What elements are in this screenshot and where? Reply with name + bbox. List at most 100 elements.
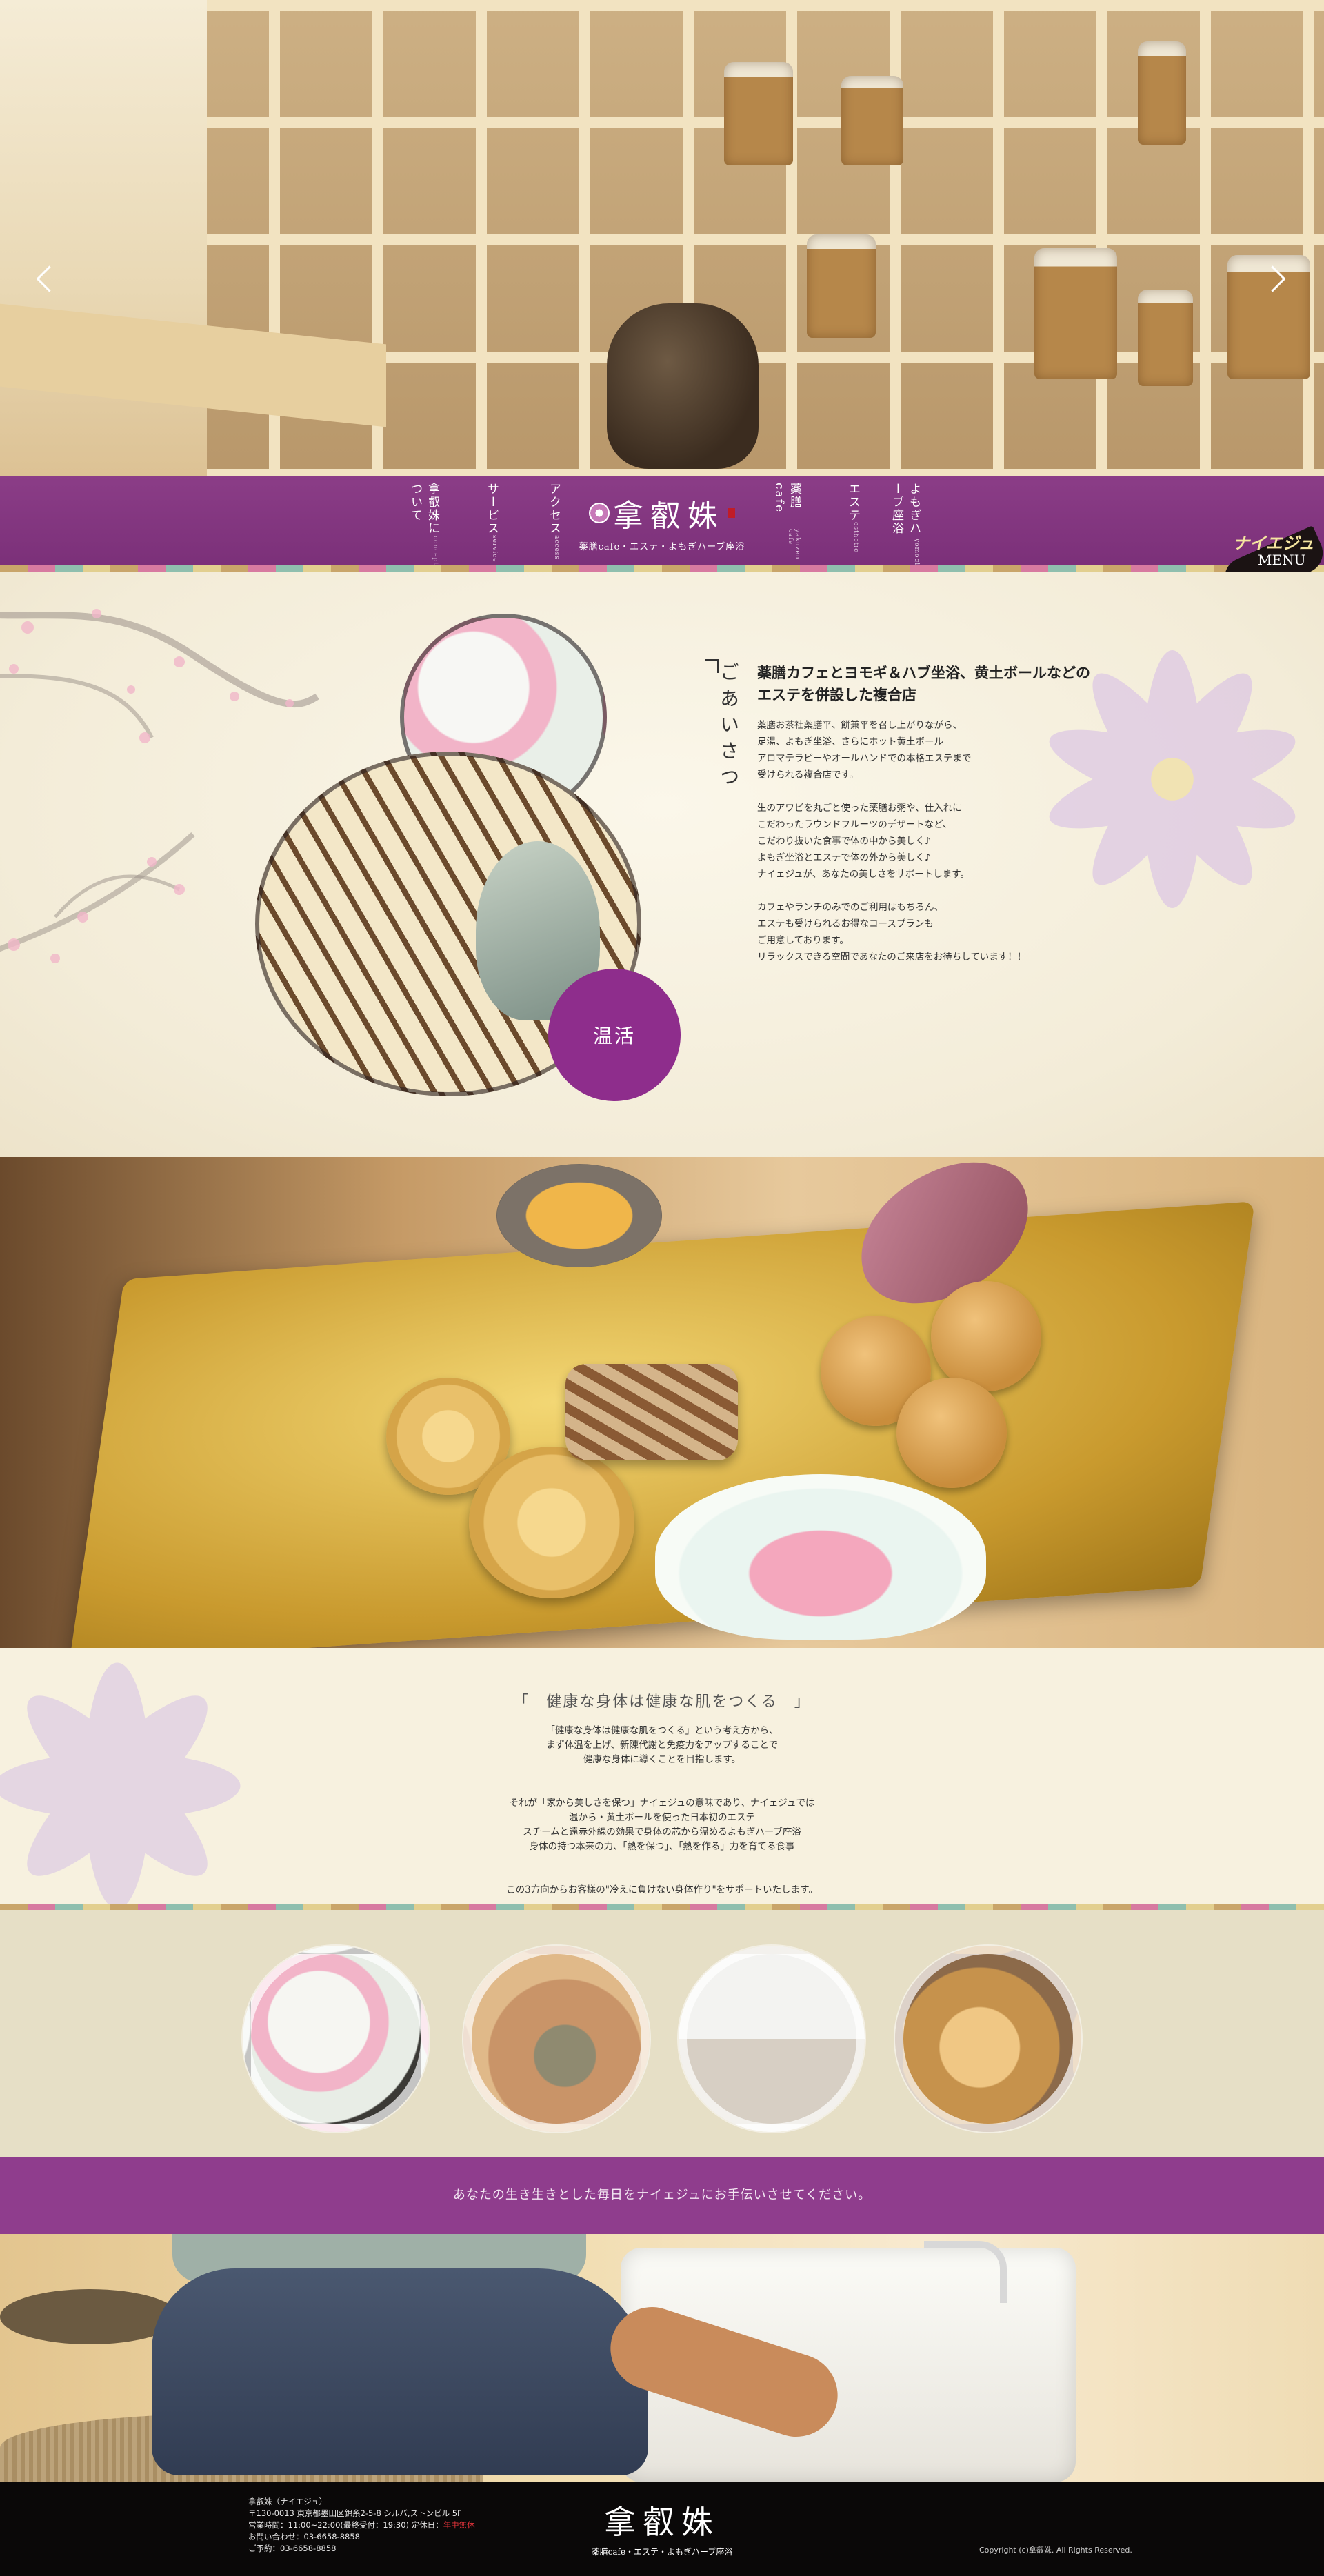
site-footer: 拿叡姝（ナイエジュ） 〒130-0013 東京都墨田区錦糸2-5-8 シルバ,ス… xyxy=(0,2482,1324,2576)
mooncake xyxy=(469,1447,634,1598)
hero-jar xyxy=(724,62,793,165)
person-shorts xyxy=(152,2268,648,2475)
footer-holiday: 年中無休 xyxy=(443,2520,475,2530)
food-photo-section xyxy=(0,1157,1324,1648)
greeting-line: エステも受けられるお得なコースプランも xyxy=(757,918,934,929)
lotus-flower-icon xyxy=(0,1662,241,1909)
hero-slider xyxy=(0,0,1324,483)
nav-item-sub: yakuzen cafe xyxy=(787,528,801,560)
nav-item-sub: concept xyxy=(432,536,439,565)
philosophy-line: それが「家から美しさを保つ」ナイェジュの意味であり、ナイェジュでは xyxy=(509,1798,815,1809)
nav-item-label: エステ xyxy=(846,483,860,522)
service-circles-section xyxy=(0,1910,1324,2158)
onkatsu-badge[interactable]: 温活 xyxy=(548,969,681,1101)
footer-reservation: ご予約：03-6658-8858 xyxy=(248,2544,337,2553)
philosophy-title: 「 健康な身体は健康な肌をつくる 」 xyxy=(513,1693,811,1711)
nav-item-yomogi[interactable]: よもぎハーブ座浴 yomogi xyxy=(890,483,923,565)
philosophy-line: まず体温を上げ、新陳代謝と免疫力をアップすることで xyxy=(545,1740,779,1751)
menu-label: MENU xyxy=(1258,552,1306,568)
greeting-line: こだわり抜いた食事で体の中から美しく♪ xyxy=(757,836,931,847)
philosophy-paragraph: この3方向からお客様の"冷えに負けない身体作り"をサポートいたします。 xyxy=(386,1883,938,1898)
philosophy-paragraph: それが「家から美しさを保つ」ナイェジュの意味であり、ナイェジュでは 温から・黄土… xyxy=(386,1796,938,1854)
faucet-icon xyxy=(924,2241,1007,2303)
sweet-ball xyxy=(896,1378,1007,1488)
hero-jar xyxy=(1138,41,1186,145)
philosophy-body: 「健康な身体は健康な肌をつくる」という考え方から、 まず体温を上げ、新陳代謝と免… xyxy=(386,1724,938,1898)
nav-item-yakuzen-cafe[interactable]: 薬膳 cafe yakuzen cafe xyxy=(772,483,803,565)
nav-item-esthetic[interactable]: エステ esthetic xyxy=(834,483,862,565)
greeting-paragraph: 薬膳お茶社薬膳平、餅兼平を召し上がりながら、 足湯、よもぎ坐浴、さらにホット黄土… xyxy=(757,717,1074,783)
nav-decorative-trim xyxy=(0,565,1324,572)
nav-item-concept[interactable]: 拿叡姝について concept xyxy=(408,483,441,565)
greeting-line: 薬膳お茶社薬膳平、餅兼平を召し上がりながら、 xyxy=(757,720,962,731)
greeting-line: ご用意しております。 xyxy=(757,935,849,946)
footer-hours-text: 営業時間：11:00~22:00(最終受付：19:30) 定休日： xyxy=(248,2520,443,2530)
greeting-vertical-title: ごあいさつ xyxy=(701,659,742,827)
hero-jar xyxy=(841,76,903,165)
greeting-line: アロマテラピーやオールハンドでの本格エステまで xyxy=(757,753,972,764)
greeting-line: ナイェジュが、あなたの美しさをサポートします。 xyxy=(757,869,970,880)
greeting-line: カフェやランチのみでのご利用はもちろん、 xyxy=(757,902,943,913)
greeting-title-text: ごあいさつ xyxy=(717,662,740,793)
nut-cake xyxy=(565,1364,738,1460)
philosophy-line: スチームと遠赤外線の効果で身体の芯から温めるよもぎハーブ座浴 xyxy=(523,1827,801,1838)
nav-item-sub: yomogi xyxy=(913,538,920,565)
tea-cup xyxy=(496,1164,662,1267)
footer-hours: 営業時間：11:00~22:00(最終受付：19:30) 定休日：年中無休 xyxy=(248,2519,475,2531)
hero-jar xyxy=(1138,290,1193,386)
nav-item-sub: esthetic xyxy=(852,522,859,553)
lotus-logo-icon xyxy=(588,503,610,523)
service-tile-cafe[interactable] xyxy=(243,1946,429,2132)
footer-shop-name: 拿叡姝（ナイエジュ） xyxy=(248,2497,328,2506)
philosophy-line: 健康な身体に導くことを目指します。 xyxy=(583,1754,741,1765)
nav-item-label: 拿叡姝について xyxy=(408,483,439,535)
site-logo[interactable]: 拿叡姝 薬膳cafe・エステ・よもぎハーブ座浴 xyxy=(576,491,748,560)
menu-title: ナイエジュ xyxy=(1233,533,1315,553)
philosophy-line: この3方向からお客様の"冷えに負けない身体作り"をサポートいたします。 xyxy=(506,1884,818,1895)
greeting-line: 生のアワビを丸ごと使った薬膳お粥や、仕入れに xyxy=(757,803,962,814)
slider-next-arrow-icon[interactable] xyxy=(1263,265,1291,293)
sweet-ball xyxy=(931,1281,1041,1391)
greeting-paragraph: 生のアワビを丸ごと使った薬膳お粥や、仕入れに こだわったラウンドフルーツのデザー… xyxy=(757,800,1074,883)
philosophy-decorative-trim xyxy=(0,1904,1324,1910)
nav-item-sub: access xyxy=(553,535,560,561)
footer-address: 〒130-0013 東京都墨田区錦糸2-5-8 シルバ,ストンビル 5F xyxy=(248,2508,462,2518)
nav-item-service[interactable]: サービス service xyxy=(473,483,501,565)
service-tile-sweets[interactable] xyxy=(895,1946,1081,2132)
greeting-line: 受けられる複合店です。 xyxy=(757,769,859,781)
greeting-line: よもぎ坐浴とエステで体の外から美しく♪ xyxy=(757,852,931,863)
tagline-band: あなたの生き生きとした毎日をナイェジュにお手伝いさせてください。 xyxy=(0,2157,1324,2234)
hero-jar xyxy=(807,234,876,338)
hero-room-background xyxy=(0,0,207,483)
logo-tagline: 薬膳cafe・エステ・よもぎハーブ座浴 xyxy=(579,542,745,552)
nav-item-label: サービス xyxy=(485,483,499,535)
footer-logo-tagline: 薬膳cafe・エステ・よもぎハーブ座浴 xyxy=(591,2547,733,2557)
greeting-line: 足湯、よもぎ坐浴、さらにホット黄土ボール xyxy=(757,736,943,747)
nav-item-label: よもぎハーブ座浴 xyxy=(890,483,921,535)
philosophy-line: 身体の持つ本来の力、「熱を保つ」、「熱を作る」力を育てる食事 xyxy=(529,1841,795,1852)
service-tile-yomogi[interactable] xyxy=(679,1946,865,2132)
greeting-heading-line: 薬膳カフェとヨモギ＆ハブ坐浴、黄土ボールなどの xyxy=(757,664,1090,681)
bath-photo-section xyxy=(0,2234,1324,2482)
slider-prev-arrow-icon[interactable] xyxy=(32,265,59,293)
footer-copyright: Copyright (c)拿叡姝. All Rights Reserved. xyxy=(979,2546,1132,2555)
nav-item-label: 薬膳 cafe xyxy=(772,483,801,514)
greeting-line: リラックスできる空間であなたのご来店をお待ちしています！！ xyxy=(757,952,1027,963)
greeting-paragraph: カフェやランチのみでのご利用はもちろん、 エステも受けられるお得なコースプランも… xyxy=(757,899,1074,965)
nav-item-access[interactable]: アクセス access xyxy=(535,483,563,565)
philosophy-line: 「健康な身体は健康な肌をつくる」という考え方から、 xyxy=(545,1725,779,1736)
service-tile-esthetic[interactable] xyxy=(463,1946,650,2132)
bracket-icon xyxy=(705,659,719,673)
philosophy-line: 温から・黄土ボールを使った日本初のエステ xyxy=(569,1812,755,1823)
hero-jar xyxy=(1034,248,1117,379)
greeting-line: こだわったラウンドフルーツのデザートなど、 xyxy=(757,819,952,830)
red-seal-icon xyxy=(728,508,736,518)
hero-clay-pot xyxy=(607,303,759,469)
greeting-body: 薬膳お茶社薬膳平、餅兼平を召し上がりながら、 足湯、よもぎ坐浴、さらにホット黄土… xyxy=(757,717,1074,982)
philosophy-section: 「 健康な身体は健康な肌をつくる 」 「健康な身体は健康な肌をつくる」という考え… xyxy=(0,1648,1324,1910)
nav-item-label: アクセス xyxy=(547,483,561,535)
footer-contact: お問い合わせ：03-6658-8858 xyxy=(248,2532,360,2542)
greeting-heading: 薬膳カフェとヨモギ＆ハブ坐浴、黄土ボールなどの エステを併設した複合店 xyxy=(757,662,1143,706)
nav-item-sub: service xyxy=(491,535,498,563)
footer-logo[interactable]: 拿叡姝 薬膳cafe・エステ・よもぎハーブ座浴 xyxy=(565,2497,759,2557)
